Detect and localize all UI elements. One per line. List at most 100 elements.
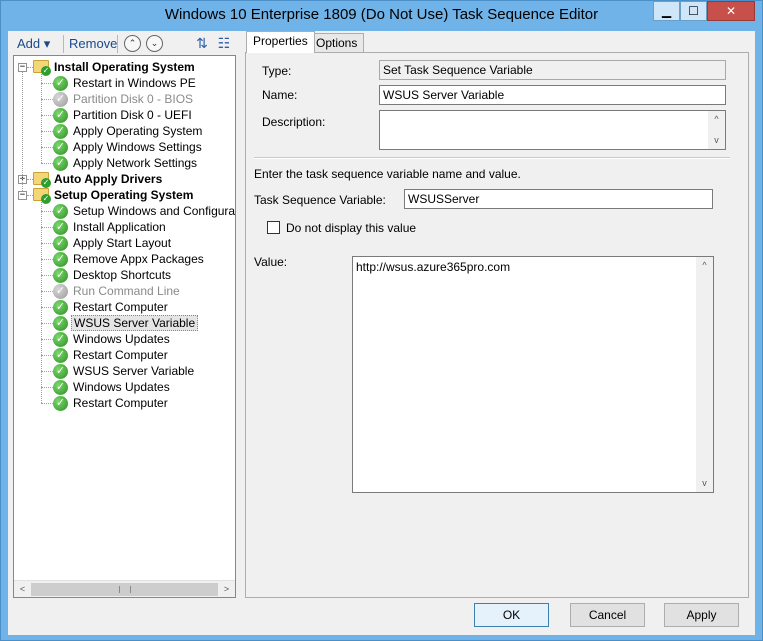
tree-node-label: Setup Windows and Configuration <box>73 204 236 218</box>
tree-node-label: Windows Updates <box>73 332 170 346</box>
check-icon: ✓ <box>53 332 68 347</box>
value-scrollbar[interactable]: ^ v <box>696 257 713 492</box>
tree-node-label: Apply Operating System <box>73 124 203 138</box>
add-menu-button[interactable]: Add ▾ <box>17 36 50 52</box>
scroll-left-icon[interactable]: < <box>14 581 31 597</box>
group-view-icon[interactable]: ☷ <box>215 35 233 53</box>
section-divider <box>254 157 730 159</box>
apply-button[interactable]: Apply <box>664 603 739 627</box>
tree-node-label: Install Operating System <box>54 60 195 74</box>
tree-node-label: Apply Network Settings <box>73 156 198 170</box>
tree-step-node[interactable]: ✓ Apply Start Layout <box>14 235 235 251</box>
close-button[interactable]: ✕ <box>707 1 755 21</box>
move-up-icon[interactable]: ⌃ <box>124 35 141 52</box>
tree-step-node[interactable]: ✓ Desktop Shortcuts <box>14 267 235 283</box>
tree-connector <box>41 227 53 228</box>
tree-step-node[interactable]: ✓ Restart in Windows PE <box>14 75 235 91</box>
tree-step-node[interactable]: ✓ Partition Disk 0 - BIOS <box>14 91 235 107</box>
tree-connector <box>41 339 53 340</box>
check-icon: ✓ <box>53 268 68 283</box>
tree-connector <box>41 275 53 276</box>
tree-step-node[interactable]: ✓ Run Command Line <box>14 283 235 299</box>
variable-input[interactable]: WSUSServer <box>404 189 713 209</box>
scroll-down-icon[interactable]: v <box>696 475 713 492</box>
cancel-button[interactable]: Cancel <box>570 603 645 627</box>
tab-options[interactable]: Options <box>309 33 365 53</box>
disabled-check-icon: ✓ <box>53 284 68 299</box>
tree-step-node[interactable]: ✓ Restart Computer <box>14 347 235 363</box>
check-icon: ✓ <box>53 300 68 315</box>
scroll-right-icon[interactable]: > <box>218 581 235 597</box>
tree-connector <box>41 115 53 116</box>
scroll-up-icon[interactable]: ^ <box>708 111 725 128</box>
description-input[interactable]: ^ v <box>379 110 726 150</box>
name-input[interactable]: WSUS Server Variable <box>379 85 726 105</box>
tree-step-node[interactable]: ✓ Partition Disk 0 - UEFI <box>14 107 235 123</box>
tab-properties[interactable]: Properties <box>246 31 315 53</box>
properties-panel: Type: Set Task Sequence Variable Name: W… <box>245 52 749 598</box>
editor-client-area: Add ▾ Remove ⌃ ⌄ ⇅ ☷ − ✓ Install Operating… <box>8 31 755 635</box>
type-label: Type: <box>262 64 292 78</box>
tree-step-node[interactable]: ✓ Setup Windows and Configuration <box>14 203 235 219</box>
minimize-button[interactable]: ▁ <box>653 1 680 21</box>
check-icon: ✓ <box>53 76 68 91</box>
collapse-icon[interactable]: − <box>18 63 27 72</box>
description-scrollbar[interactable]: ^ v <box>708 111 725 149</box>
do-not-display-checkbox[interactable] <box>267 221 280 234</box>
tree-horizontal-scrollbar[interactable]: < > <box>14 580 235 597</box>
tree-node-label: Windows Updates <box>73 380 170 394</box>
tree-step-node[interactable]: ✓ Apply Operating System <box>14 123 235 139</box>
tree-step-node[interactable]: ✓ Remove Appx Packages <box>14 251 235 267</box>
folder-icon: ✓ <box>33 188 51 204</box>
tree-step-node[interactable]: ✓ Install Application <box>14 219 235 235</box>
tree-step-node[interactable]: ✓ Windows Updates <box>14 379 235 395</box>
tree-connector <box>41 163 53 164</box>
folder-icon: ✓ <box>33 172 51 188</box>
tree-step-node[interactable]: ✓ WSUS Server Variable <box>14 315 235 331</box>
check-icon: ✓ <box>53 156 68 171</box>
tree-step-node[interactable]: ✓ Apply Windows Settings <box>14 139 235 155</box>
tree-connector <box>22 72 23 191</box>
tree-step-node[interactable]: ✓ Apply Network Settings <box>14 155 235 171</box>
ok-button[interactable]: OK <box>474 603 549 627</box>
tree-step-node[interactable]: ✓ Restart Computer <box>14 299 235 315</box>
move-down-icon[interactable]: ⌄ <box>146 35 163 52</box>
tree-node-label: Remove Appx Packages <box>73 252 204 266</box>
value-input[interactable]: http://wsus.azure365pro.com ^ v <box>352 256 714 493</box>
task-sequence-tree[interactable]: − ✓ Install Operating System ✓ Restart in Wi… <box>13 55 236 598</box>
tree-connector <box>41 74 42 163</box>
tree-node-label: Apply Start Layout <box>73 236 172 250</box>
tree-group-node[interactable]: − ✓ Setup Operating System <box>14 187 235 204</box>
tree-node-label: Desktop Shortcuts <box>73 268 172 282</box>
expand-collapse-icon[interactable]: ⇅ <box>193 35 211 53</box>
tree-connector <box>41 387 53 388</box>
check-icon: ✓ <box>53 124 68 139</box>
check-icon: ✓ <box>53 252 68 267</box>
tree-node-label: Partition Disk 0 - UEFI <box>73 108 192 122</box>
tree-group-node[interactable]: − ✓ Install Operating System <box>14 59 235 76</box>
tree-connector <box>41 99 53 100</box>
title-bar[interactable]: Windows 10 Enterprise 1809 (Do Not Use) … <box>1 1 762 31</box>
remove-button[interactable]: Remove <box>69 36 117 51</box>
check-icon: ✓ <box>53 236 68 251</box>
variable-label: Task Sequence Variable: <box>254 193 386 207</box>
tree-step-node[interactable]: ✓ Windows Updates <box>14 331 235 347</box>
tree-node-label: Restart Computer <box>73 300 168 314</box>
scroll-down-icon[interactable]: v <box>708 132 725 149</box>
tree-node-label: Restart in Windows PE <box>73 76 196 90</box>
tree-group-node[interactable]: + ✓ Auto Apply Drivers <box>14 171 235 188</box>
tree-node-label: Apply Windows Settings <box>73 140 202 154</box>
check-icon: ✓ <box>53 108 68 123</box>
tree-step-node[interactable]: ✓ Restart Computer <box>14 395 235 411</box>
name-label: Name: <box>262 88 298 102</box>
scroll-up-icon[interactable]: ^ <box>696 257 713 274</box>
tree-node-label: Restart Computer <box>73 396 168 410</box>
do-not-display-label[interactable]: Do not display this value <box>286 221 416 235</box>
tree-step-node[interactable]: ✓ WSUS Server Variable <box>14 363 235 379</box>
scroll-thumb[interactable] <box>31 583 218 596</box>
tree-toolbar: Add ▾ Remove ⌃ ⌄ ⇅ ☷ <box>13 33 241 55</box>
collapse-icon[interactable]: − <box>18 191 27 200</box>
maximize-button[interactable]: ☐ <box>680 1 707 21</box>
value-label: Value: <box>254 255 288 269</box>
value-text: http://wsus.azure365pro.com <box>356 260 511 274</box>
